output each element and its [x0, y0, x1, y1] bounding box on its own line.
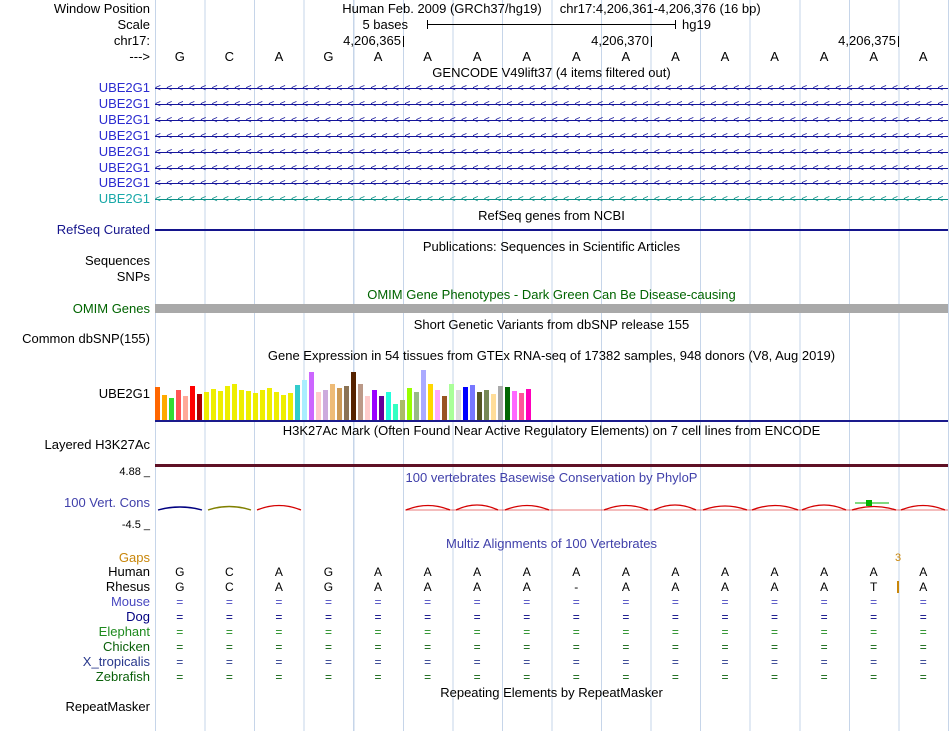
repeatmasker-label[interactable]: RepeatMasker: [0, 700, 150, 714]
track-title-gtex[interactable]: Gene Expression in 54 tissues from GTEx …: [155, 349, 948, 363]
scale-value: 5 bases: [362, 17, 408, 32]
gene-transcript-6[interactable]: <<<<<<<<<<<<<<<<<<<<<<<<<<<<<<<<<<<<<<<<…: [155, 161, 948, 175]
gene-transcript-8[interactable]: <<<<<<<<<<<<<<<<<<<<<<<<<<<<<<<<<<<<<<<<…: [155, 192, 948, 206]
h3k27ac-signal-baseline: [155, 464, 948, 467]
strand-arrows-left: <<<<<<<<<<<<<<<<<<<<<<<<<<<<<<<<<<<<<<<<…: [155, 163, 948, 174]
gtex-gene-label[interactable]: UBE2G1: [0, 387, 150, 401]
gene-transcript-2[interactable]: <<<<<<<<<<<<<<<<<<<<<<<<<<<<<<<<<<<<<<<<…: [155, 97, 948, 111]
track-title-publications[interactable]: Publications: Sequences in Scientific Ar…: [155, 240, 948, 254]
gene-label-ube2g1-4[interactable]: UBE2G1: [0, 129, 150, 143]
track-title-omim[interactable]: OMIM Gene Phenotypes - Dark Green Can Be…: [155, 288, 948, 302]
alignment-row-dog: = = = = = = = = = = = = = = = =: [176, 610, 927, 624]
coordinate-tick: [651, 36, 652, 47]
omim-genes-label[interactable]: OMIM Genes: [0, 302, 150, 316]
window-position-row: Human Feb. 2009 (GRCh37/hg19) chr17:4,20…: [155, 2, 948, 16]
gene-label-ube2g1-7[interactable]: UBE2G1: [0, 176, 150, 190]
species-label-dog[interactable]: Dog: [0, 610, 150, 624]
species-label-human[interactable]: Human: [0, 565, 150, 579]
position-range: chr17:4,206,361-4,206,376 (16 bp): [559, 1, 761, 16]
alignment-row-elephant: = = = = = = = = = = = = = = = =: [176, 625, 927, 639]
gene-transcript-7[interactable]: <<<<<<<<<<<<<<<<<<<<<<<<<<<<<<<<<<<<<<<<…: [155, 176, 948, 190]
alignment-row-rhesus: GCAGAAAA-AAAAATA: [175, 580, 928, 594]
conservation-wiggle: [157, 500, 948, 511]
strand-arrows-left: <<<<<<<<<<<<<<<<<<<<<<<<<<<<<<<<<<<<<<<<…: [155, 131, 948, 142]
scale-bar-line: [428, 24, 675, 25]
coordinate-value: 4,206,370: [591, 33, 649, 48]
strand-direction-label: --->: [129, 49, 150, 64]
track-title-gencode[interactable]: GENCODE V49lift37 (4 items filtered out): [155, 66, 948, 80]
strand-arrows-left: <<<<<<<<<<<<<<<<<<<<<<<<<<<<<<<<<<<<<<<<…: [155, 178, 948, 189]
species-label-elephant[interactable]: Elephant: [0, 625, 150, 639]
gene-label-ube2g1-8[interactable]: UBE2G1: [0, 192, 150, 206]
gaps-insert-count: 3: [894, 552, 902, 564]
species-label-zebrafish[interactable]: Zebrafish: [0, 670, 150, 684]
phylop-max-label: 4.88 _: [119, 466, 150, 478]
genome-browser-view: Window Position Human Feb. 2009 (GRCh37/…: [0, 0, 950, 731]
omim-gene-item[interactable]: [155, 304, 948, 313]
phylop-min-label: -4.5 _: [121, 519, 150, 531]
track-title-refseq[interactable]: RefSeq genes from NCBI: [155, 209, 948, 223]
species-label-mouse[interactable]: Mouse: [0, 595, 150, 609]
coordinate-tick: [403, 36, 404, 47]
gene-label-ube2g1-5[interactable]: UBE2G1: [0, 145, 150, 159]
track-title-h3k27ac[interactable]: H3K27Ac Mark (Often Found Near Active Re…: [155, 424, 948, 438]
track-title-phylop[interactable]: 100 vertebrates Basewise Conservation by…: [155, 471, 948, 485]
refseq-curated-label[interactable]: RefSeq Curated: [0, 223, 150, 237]
scale-bar: [427, 20, 676, 29]
gaps-label[interactable]: Gaps: [0, 551, 150, 565]
common-dbsnp-label[interactable]: Common dbSNP(155): [0, 332, 150, 346]
gene-transcript-3[interactable]: <<<<<<<<<<<<<<<<<<<<<<<<<<<<<<<<<<<<<<<<…: [155, 113, 948, 127]
coordinate-value: 4,206,375: [838, 33, 896, 48]
coordinate-row: 4,206,365 4,206,370 4,206,375: [155, 34, 948, 48]
strand-arrows-left: <<<<<<<<<<<<<<<<<<<<<<<<<<<<<<<<<<<<<<<<…: [155, 83, 948, 94]
species-label-chicken[interactable]: Chicken: [0, 640, 150, 654]
alignment-row-chicken: = = = = = = = = = = = = = = = =: [176, 640, 927, 654]
vert-cons-label[interactable]: 100 Vert. Cons: [0, 496, 150, 510]
coordinate-tick: [898, 36, 899, 47]
species-label-rhesus[interactable]: Rhesus: [0, 580, 150, 594]
rhesus-insertion-marker: [897, 581, 899, 593]
refseq-curated-item[interactable]: [155, 229, 948, 231]
track-title-repeatmasker[interactable]: Repeating Elements by RepeatMasker: [155, 686, 948, 700]
alignment-row-x-tropicalis: = = = = = = = = = = = = = = = =: [176, 655, 927, 669]
scale-row: 5 bases hg19: [155, 18, 948, 32]
gtex-axis-line: [155, 420, 948, 422]
layered-h3k27ac-label[interactable]: Layered H3K27Ac: [0, 438, 150, 452]
coordinate-value: 4,206,365: [343, 33, 401, 48]
track-title-multiz[interactable]: Multiz Alignments of 100 Vertebrates: [155, 537, 948, 551]
alignment-row-mouse: = = = = = = = = = = = = = = = =: [176, 595, 927, 609]
strand-arrows-left: <<<<<<<<<<<<<<<<<<<<<<<<<<<<<<<<<<<<<<<<…: [155, 99, 948, 110]
gene-transcript-5[interactable]: <<<<<<<<<<<<<<<<<<<<<<<<<<<<<<<<<<<<<<<<…: [155, 145, 948, 159]
gtex-expression-barchart[interactable]: [155, 368, 948, 420]
gene-label-ube2g1-6[interactable]: UBE2G1: [0, 161, 150, 175]
track-title-dbsnp[interactable]: Short Genetic Variants from dbSNP releas…: [155, 318, 948, 332]
gene-label-ube2g1-2[interactable]: UBE2G1: [0, 97, 150, 111]
publications-snps-label[interactable]: SNPs: [0, 270, 150, 284]
scale-label: Scale: [117, 17, 150, 32]
strand-arrows-left: <<<<<<<<<<<<<<<<<<<<<<<<<<<<<<<<<<<<<<<<…: [155, 147, 948, 158]
alignment-row-zebrafish: = = = = = = = = = = = = = = = =: [176, 670, 927, 684]
strand-arrows-left: <<<<<<<<<<<<<<<<<<<<<<<<<<<<<<<<<<<<<<<<…: [155, 194, 948, 205]
chromosome-label: chr17:: [113, 33, 150, 48]
reference-base-row: GCAGAAAAAAAAAAAA: [174, 49, 928, 64]
species-label-x-tropicalis[interactable]: X_tropicalis: [0, 655, 150, 669]
conservation-green-marker: [866, 500, 872, 506]
window-position-label: Window Position: [53, 1, 150, 16]
strand-arrows-left: <<<<<<<<<<<<<<<<<<<<<<<<<<<<<<<<<<<<<<<<…: [155, 115, 948, 126]
gene-label-ube2g1-1[interactable]: UBE2G1: [0, 81, 150, 95]
publications-sequences-label[interactable]: Sequences: [0, 254, 150, 268]
scale-genome: hg19: [682, 17, 711, 32]
gene-transcript-4[interactable]: <<<<<<<<<<<<<<<<<<<<<<<<<<<<<<<<<<<<<<<<…: [155, 129, 948, 143]
gene-label-ube2g1-3[interactable]: UBE2G1: [0, 113, 150, 127]
gene-transcript-1[interactable]: <<<<<<<<<<<<<<<<<<<<<<<<<<<<<<<<<<<<<<<<…: [155, 81, 948, 95]
alignment-row-human: GCAGAAAAAAAAAAAA: [175, 565, 928, 579]
assembly-title: Human Feb. 2009 (GRCh37/hg19): [342, 1, 542, 16]
